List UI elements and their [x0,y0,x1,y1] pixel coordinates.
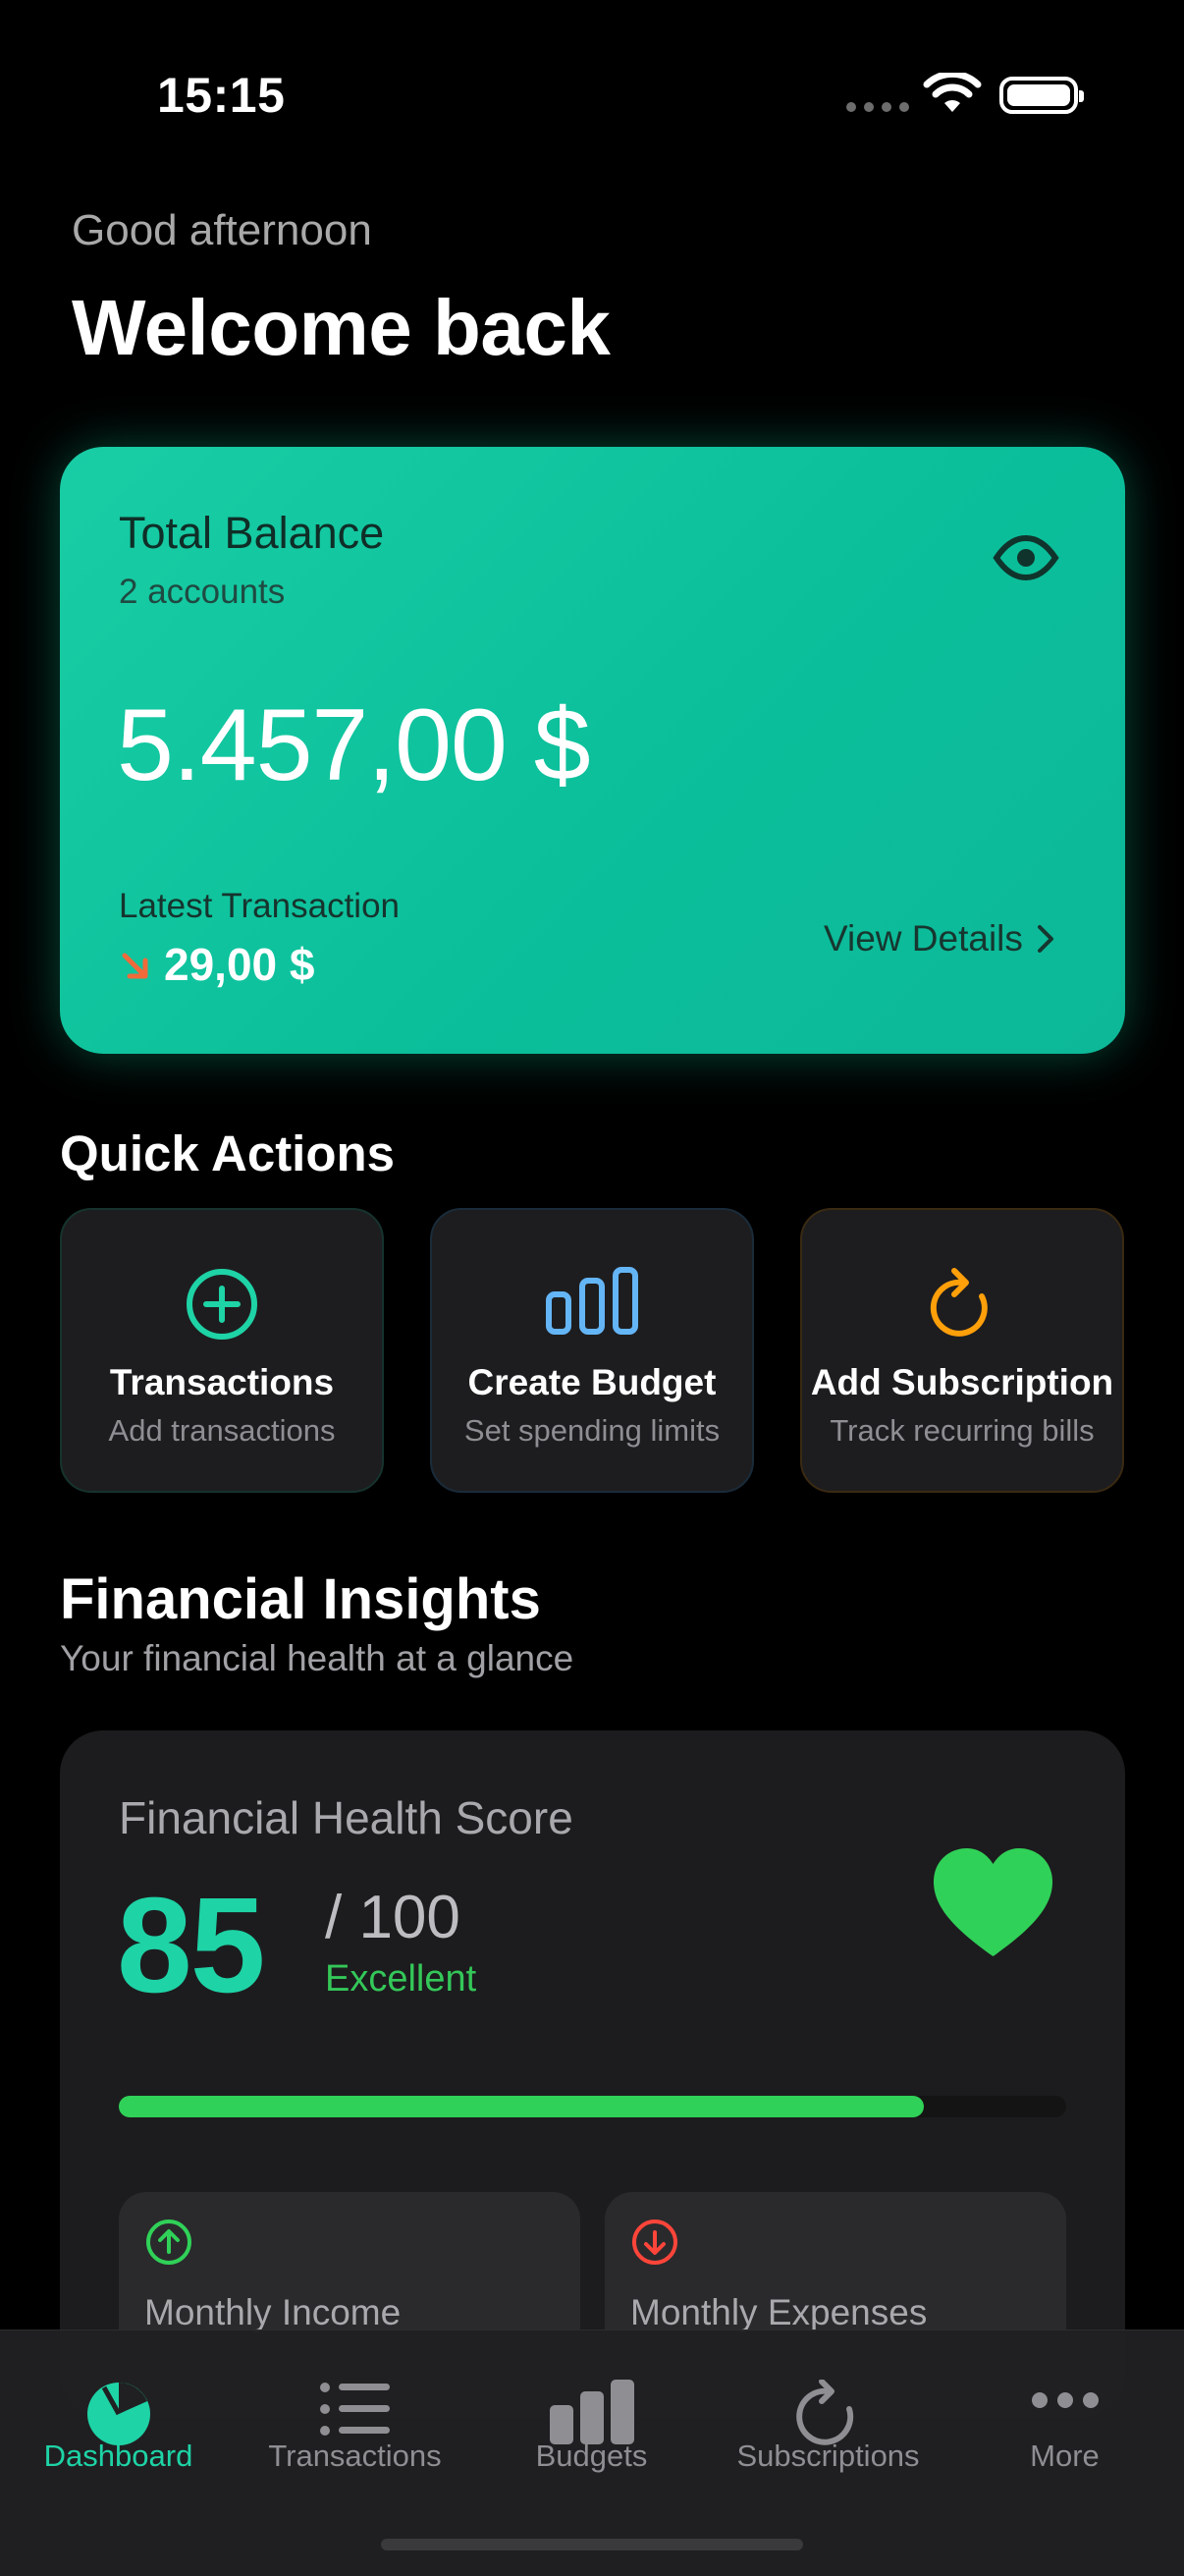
home-indicator[interactable] [381,2539,803,2550]
health-score-rating: Excellent [325,1958,477,2000]
tab-dashboard[interactable]: Dashboard [0,2330,237,2517]
chart-bars-icon [432,1267,752,1336]
tab-transactions[interactable]: Transactions [237,2330,473,2517]
tab-label: Budgets [535,2439,648,2473]
cellular-signal-icon [846,102,909,112]
tab-more[interactable]: More [946,2330,1183,2517]
wifi-icon [923,70,982,121]
tab-label: Subscriptions [736,2439,920,2473]
tab-label: Dashboard [43,2439,193,2473]
accounts-count: 2 accounts [119,573,286,611]
tab-label: More [1030,2439,1100,2473]
more-icon [946,2391,1183,2409]
health-progress-fill [119,2096,924,2117]
add-subscription-button[interactable]: Add Subscription Track recurring bills [800,1208,1124,1493]
heart-icon [932,1846,1054,1964]
financial-health-card[interactable]: Financial Health Score 85 / 100 Excellen… [60,1730,1125,2418]
plus-circle-icon [62,1267,382,1342]
latest-transaction-label: Latest Transaction [119,887,400,925]
insights-title: Financial Insights [60,1567,541,1631]
arrow-up-circle-icon [144,2218,193,2272]
latest-transaction-amount: 29,00 $ [164,939,315,990]
create-budget-button[interactable]: Create Budget Set spending limits [430,1208,754,1493]
view-details-label: View Details [824,918,1023,959]
action-subtitle: Set spending limits [463,1413,721,1448]
action-title: Create Budget [467,1362,717,1402]
total-balance-card[interactable]: Total Balance 2 accounts 5.457,00 $ Late… [60,447,1125,1054]
quick-actions-title: Quick Actions [60,1125,396,1181]
arrow-down-right-icon [119,950,152,988]
monthly-expenses-label: Monthly Expenses [630,2292,928,2332]
action-title: Transactions [109,1362,335,1402]
action-subtitle: Track recurring bills [830,1413,1095,1448]
refresh-icon [802,1267,1122,1345]
greeting-text: Good afternoon [72,206,372,254]
health-score-title: Financial Health Score [119,1792,573,1843]
chevron-right-icon [1037,925,1053,953]
arrow-down-circle-icon [630,2218,679,2272]
list-icon [237,2380,473,2439]
action-subtitle: Add transactions [108,1413,336,1448]
view-details-link[interactable]: View Details [824,918,1054,959]
action-title: Add Subscription [810,1362,1114,1402]
eye-icon[interactable] [993,534,1059,585]
insights-subtitle: Your financial health at a glance [60,1638,574,1678]
balance-title: Total Balance [119,508,385,558]
page-title: Welcome back [72,284,611,371]
balance-amount: 5.457,00 $ [117,688,591,802]
add-transactions-button[interactable]: Transactions Add transactions [60,1208,384,1493]
status-time: 15:15 [157,68,286,123]
tab-label: Transactions [268,2439,442,2473]
tab-subscriptions[interactable]: Subscriptions [710,2330,946,2517]
health-score-value: 85 [117,1870,265,2021]
battery-icon [999,77,1084,114]
health-score-max: / 100 [325,1884,460,1951]
bar-chart-icon [473,2380,710,2444]
monthly-income-label: Monthly Income [144,2292,402,2332]
tab-budgets[interactable]: Budgets [473,2330,710,2517]
